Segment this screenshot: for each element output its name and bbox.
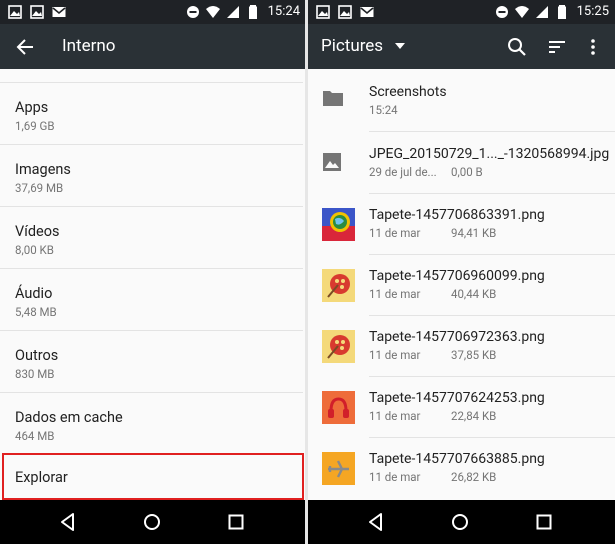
more-options-icon[interactable] bbox=[582, 36, 604, 58]
file-size: 22,84 KB bbox=[451, 409, 497, 423]
file-name: Tapete-1457706863391.png bbox=[369, 207, 545, 223]
list-item-file[interactable]: Tapete-1457707624253.png 11 de mar 22,84… bbox=[308, 376, 615, 437]
folder-icon bbox=[323, 91, 343, 106]
storage-item-label: Dados em cache bbox=[15, 409, 123, 426]
file-size: 26,82 KB bbox=[451, 470, 497, 484]
page-title: Interno bbox=[62, 36, 116, 56]
file-date: 11 de mar bbox=[369, 348, 421, 362]
image-notification-icon bbox=[8, 5, 22, 19]
status-bar: 15:24 bbox=[0, 0, 306, 24]
list-item-file[interactable]: Tapete-1457706972363.png 11 de mar 37,85… bbox=[308, 315, 615, 376]
file-date: 11 de mar bbox=[369, 409, 421, 423]
home-icon[interactable] bbox=[142, 512, 162, 532]
headphones-thumbnail bbox=[322, 391, 355, 424]
status-bar: 15:25 bbox=[308, 0, 615, 24]
storage-item-size: 37,69 MB bbox=[15, 181, 64, 195]
recents-icon[interactable] bbox=[534, 512, 554, 532]
storage-item-label: Imagens bbox=[15, 161, 71, 178]
storage-item-label: Vídeos bbox=[15, 223, 60, 240]
storage-item-label: Áudio bbox=[15, 285, 53, 302]
storage-item-size: 830 MB bbox=[15, 367, 55, 381]
palette-thumbnail bbox=[322, 330, 355, 363]
file-size: 0,00 B bbox=[451, 165, 483, 179]
file-name: Screenshots bbox=[369, 84, 447, 100]
file-date: 11 de mar bbox=[369, 470, 421, 484]
storage-item-size: 5,48 MB bbox=[15, 305, 57, 319]
back-icon[interactable] bbox=[366, 512, 386, 532]
app-bar: Interno bbox=[0, 24, 306, 69]
home-icon[interactable] bbox=[450, 512, 470, 532]
file-name: Tapete-1457707624253.png bbox=[369, 390, 545, 406]
back-arrow-icon[interactable] bbox=[14, 36, 36, 58]
nav-bar bbox=[0, 500, 306, 544]
storage-item-label: Outros bbox=[15, 347, 59, 364]
wifi-icon bbox=[514, 5, 529, 18]
image-notification-icon bbox=[30, 5, 44, 19]
do-not-disturb-icon bbox=[495, 5, 508, 18]
gmail-icon bbox=[360, 7, 374, 17]
list-item-file[interactable]: Tapete-1457706960099.png 11 de mar 40,44… bbox=[308, 254, 615, 315]
file-size: 94,41 KB bbox=[451, 226, 497, 240]
file-size: 37,85 KB bbox=[451, 348, 497, 362]
battery-icon bbox=[248, 4, 257, 19]
gmail-icon bbox=[52, 7, 66, 17]
sort-icon[interactable] bbox=[546, 36, 568, 58]
storage-item-others[interactable]: Outros 830 MB bbox=[0, 331, 303, 392]
storage-item-cache[interactable]: Dados em cache 464 MB bbox=[0, 393, 303, 454]
search-icon[interactable] bbox=[506, 36, 528, 58]
file-name: JPEG_20150729_1..._-1320568994.jpg bbox=[369, 146, 610, 162]
app-bar: Pictures bbox=[308, 24, 615, 69]
left-screen: 15:24 Interno Apps 1,69 GB Imagens 37,69… bbox=[0, 0, 306, 544]
storage-item-audio[interactable]: Áudio 5,48 MB bbox=[0, 269, 303, 330]
list-item-folder[interactable]: Screenshots 15:24 bbox=[308, 70, 615, 131]
file-date: 11 de mar bbox=[369, 287, 421, 301]
file-date: 29 de jul de... bbox=[369, 165, 437, 179]
signal-icon bbox=[226, 5, 239, 18]
globe-thumbnail bbox=[322, 208, 355, 241]
file-name: Tapete-1457706960099.png bbox=[369, 268, 545, 284]
file-date: 11 de mar bbox=[369, 226, 421, 240]
clock: 15:25 bbox=[576, 4, 609, 19]
file-name: Tapete-1457707663885.png bbox=[369, 451, 545, 467]
back-icon[interactable] bbox=[58, 512, 78, 532]
folder-title[interactable]: Pictures bbox=[321, 36, 383, 56]
storage-item-size: 8,00 KB bbox=[15, 243, 54, 257]
do-not-disturb-icon bbox=[186, 5, 199, 18]
list-item-file[interactable]: Tapete-1457706863391.png 11 de mar 94,41… bbox=[308, 193, 615, 254]
wifi-icon bbox=[205, 5, 220, 18]
right-screen: 15:25 Pictures Screenshots 15:24 JPEG_20… bbox=[308, 0, 615, 544]
storage-item-size: 1,69 GB bbox=[15, 119, 55, 133]
palette-thumbnail bbox=[322, 269, 355, 302]
nav-bar bbox=[308, 500, 615, 544]
file-date: 15:24 bbox=[369, 103, 398, 117]
recents-icon[interactable] bbox=[226, 512, 246, 532]
storage-item-videos[interactable]: Vídeos 8,00 KB bbox=[0, 207, 303, 268]
dropdown-icon[interactable] bbox=[395, 43, 405, 49]
storage-item-size: 464 MB bbox=[15, 429, 55, 443]
file-size: 40,44 KB bbox=[451, 287, 497, 301]
image-notification-icon bbox=[316, 5, 330, 19]
clock: 15:24 bbox=[267, 4, 300, 19]
storage-item-images[interactable]: Imagens 37,69 MB bbox=[0, 145, 303, 206]
storage-item-apps[interactable]: Apps 1,69 GB bbox=[0, 83, 303, 144]
explore-label: Explorar bbox=[15, 469, 68, 486]
image-notification-icon bbox=[338, 5, 352, 19]
list-item-file[interactable]: Tapete-1457707663885.png 11 de mar 26,82… bbox=[308, 437, 615, 498]
explore-button[interactable]: Explorar bbox=[2, 453, 304, 500]
airplane-thumbnail bbox=[322, 452, 355, 485]
storage-item-label: Apps bbox=[15, 99, 49, 116]
battery-icon bbox=[557, 4, 566, 19]
list-item-file[interactable]: JPEG_20150729_1..._-1320568994.jpg 29 de… bbox=[308, 132, 615, 193]
image-icon bbox=[323, 153, 341, 171]
signal-icon bbox=[535, 5, 548, 18]
file-name: Tapete-1457706972363.png bbox=[369, 329, 545, 345]
